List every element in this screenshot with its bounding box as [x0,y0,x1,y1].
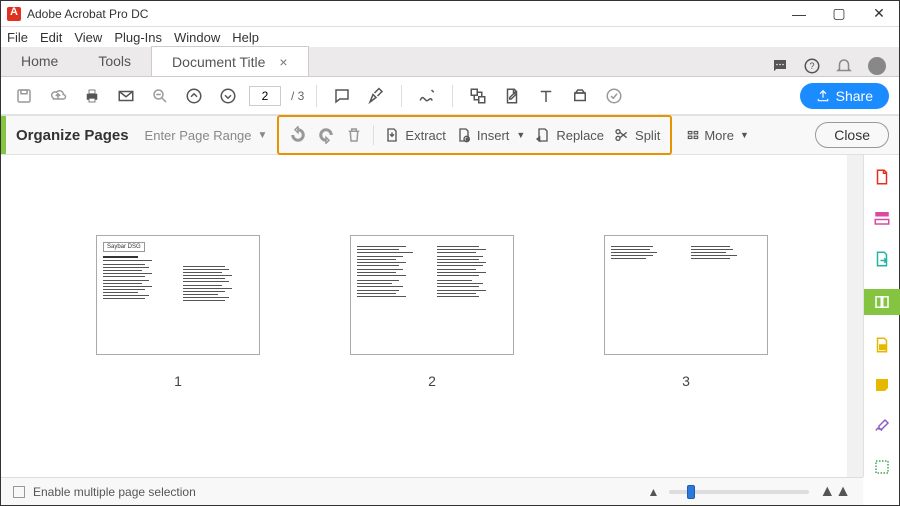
thumb-small-icon[interactable]: ▲ [647,485,659,499]
rotate-right-button[interactable] [317,126,335,144]
svg-text:?: ? [809,61,814,71]
check-icon[interactable] [601,83,627,109]
cloud-upload-icon[interactable] [45,83,71,109]
main-area: Saybar DSG 1 2 3 [1,155,899,477]
menu-view[interactable]: View [74,30,102,45]
organize-pages-toolbar: Organize Pages Enter Page Range ▼ Extrac… [1,115,899,155]
vertical-scrollbar[interactable] [847,155,863,477]
export-pdf-icon[interactable] [870,248,894,269]
organize-pages-icon[interactable] [864,289,900,315]
close-window-button[interactable]: ✕ [859,1,899,27]
print-icon[interactable] [79,83,105,109]
menu-bar: File Edit View Plug-Ins Window Help [1,27,899,47]
text-icon[interactable] [533,83,559,109]
page-range-dropdown[interactable]: Enter Page Range [145,128,252,143]
profile-icon[interactable] [867,56,887,76]
more-button[interactable]: More▼ [686,128,749,143]
organize-close-button[interactable]: Close [815,122,889,148]
mail-icon[interactable] [113,83,139,109]
fillform-icon[interactable] [567,83,593,109]
combine-files-icon[interactable] [870,208,894,229]
page-number-2: 2 [428,373,436,389]
thumb-large-icon[interactable]: ▲▲ [819,483,851,501]
enable-multi-checkbox[interactable] [13,486,25,498]
page-down-icon[interactable] [215,83,241,109]
more-tools-icon[interactable] [870,456,894,477]
edit-pdf-icon[interactable] [499,83,525,109]
page-number-3: 3 [682,373,690,389]
main-toolbar: / 3 Share [1,77,899,115]
bell-icon[interactable] [835,57,853,75]
zoom-out-icon[interactable] [147,83,173,109]
organize-title: Organize Pages [6,127,145,144]
right-tool-rail [863,155,899,477]
menu-help[interactable]: Help [232,30,259,45]
menu-plugins[interactable]: Plug-Ins [114,30,162,45]
chat-icon[interactable] [771,57,789,75]
page-thumbnail-1[interactable]: Saybar DSG [96,235,260,355]
help-icon[interactable]: ? [803,57,821,75]
highlight-icon[interactable] [363,83,389,109]
app-logo-icon [7,7,21,21]
sticky-note-icon[interactable] [870,375,894,396]
menu-edit[interactable]: Edit [40,30,62,45]
create-pdf-icon[interactable] [870,167,894,188]
zoom-slider[interactable] [669,490,809,494]
comment-tool-icon[interactable] [870,335,894,356]
window-title: Adobe Acrobat Pro DC [27,7,148,21]
workspace: Saybar DSG 1 2 3 [1,155,863,477]
save-icon[interactable] [11,83,37,109]
page-total-label: / 3 [291,89,304,103]
menu-window[interactable]: Window [174,30,220,45]
rotate-left-button[interactable] [289,126,307,144]
tab-close-icon[interactable]: × [279,54,287,70]
fill-sign-icon[interactable] [870,416,894,437]
sign-icon[interactable] [414,83,440,109]
tab-document[interactable]: Document Title × [151,46,309,76]
menu-file[interactable]: File [7,30,28,45]
tab-home[interactable]: Home [1,46,78,76]
comment-icon[interactable] [329,83,355,109]
enable-multi-label: Enable multiple page selection [33,485,196,499]
page-number-input[interactable] [249,86,281,106]
tab-tools[interactable]: Tools [78,46,151,76]
tab-bar: Home Tools Document Title × ? [1,47,899,77]
page-thumbnail-2[interactable] [350,235,514,355]
convert-icon[interactable] [465,83,491,109]
chevron-down-icon[interactable]: ▼ [258,130,268,141]
replace-button[interactable]: Replace [535,127,604,143]
split-button[interactable]: Split [614,127,660,143]
page-thumbnail-3[interactable] [604,235,768,355]
title-bar: Adobe Acrobat Pro DC — ▢ ✕ [1,1,899,27]
page-number-1: 1 [174,373,182,389]
organize-actions-highlight: Extract Insert▼ Replace Split [277,115,672,155]
share-button[interactable]: Share [800,83,889,109]
page-up-icon[interactable] [181,83,207,109]
insert-button[interactable]: Insert▼ [456,127,525,143]
minimize-button[interactable]: — [779,1,819,27]
delete-button[interactable] [345,126,363,144]
footer-bar: Enable multiple page selection ▲ ▲▲ [1,477,863,505]
maximize-button[interactable]: ▢ [819,1,859,27]
extract-button[interactable]: Extract [384,127,445,143]
